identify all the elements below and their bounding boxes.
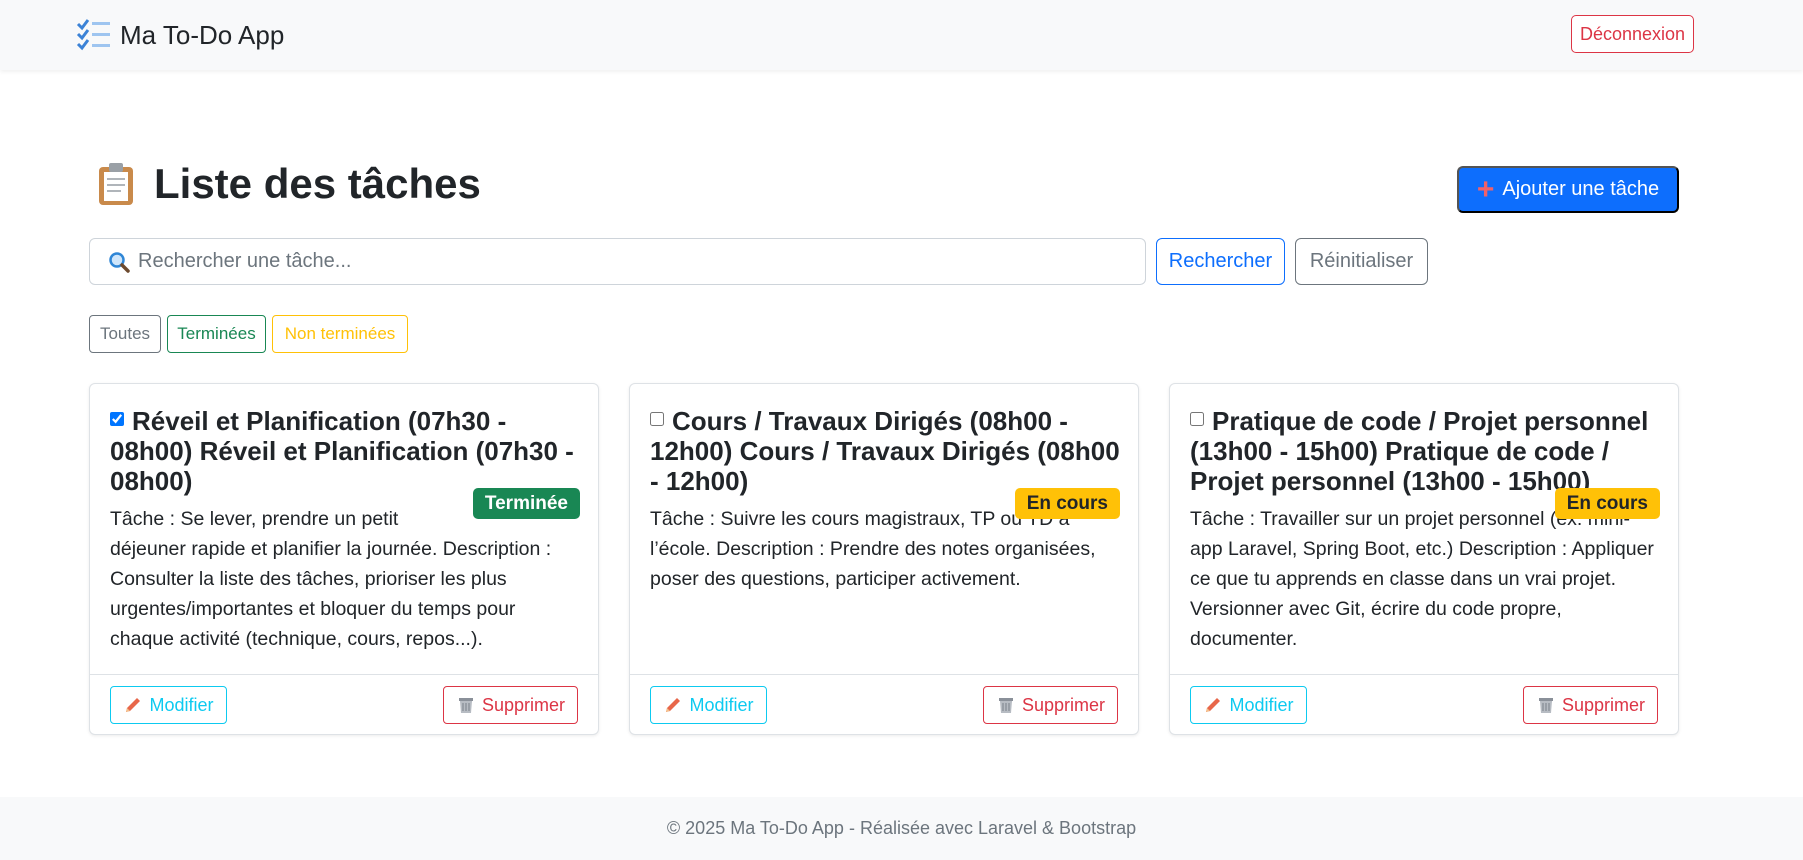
task-card: Cours / Travaux Dirigés (08h00 - 12h00) … [629, 383, 1139, 735]
search-icon [109, 251, 130, 273]
delete-label: Supprimer [1561, 694, 1645, 715]
checklist-icon [76, 19, 110, 51]
task-card-footer: Modifier Supprimer [630, 674, 1138, 734]
task-card-body: Cours / Travaux Dirigés (08h00 - 12h00) … [650, 406, 1120, 594]
task-card-body: Pratique de code / Projet personnel (13h… [1190, 406, 1660, 654]
task-checkbox[interactable] [110, 412, 124, 426]
add-task-button[interactable]: + Ajouter une tâche [1457, 166, 1679, 213]
delete-label: Supprimer [481, 694, 565, 715]
delete-button[interactable]: Supprimer [982, 686, 1118, 724]
task-description-text: Tâche : Se lever, prendre un petit déjeu… [110, 508, 552, 650]
brand-text: Ma To-Do App [120, 19, 285, 50]
task-card-footer: Modifier Supprimer [1170, 674, 1678, 734]
status-badge: En cours [1554, 488, 1660, 519]
navbar: Ma To-Do App Déconnexion [0, 0, 1803, 70]
logout-button[interactable]: Déconnexion [1571, 15, 1694, 53]
wastebasket-icon [458, 698, 473, 713]
edit-button[interactable]: Modifier [110, 686, 227, 724]
brand[interactable]: Ma To-Do App [76, 18, 284, 52]
filter-done[interactable]: Terminées [167, 315, 266, 353]
filter-not-done[interactable]: Non terminées [272, 315, 408, 353]
filter-all[interactable]: Toutes [89, 315, 161, 353]
wastebasket-icon [1538, 698, 1553, 713]
page-footer: © 2025 Ma To-Do App - Réalisée avec Lara… [0, 797, 1803, 860]
add-task-label: Ajouter une tâche [1502, 178, 1660, 200]
plus-icon: + [1476, 172, 1495, 206]
search-button[interactable]: Rechercher [1156, 238, 1285, 285]
task-title-text: Pratique de code / Projet personnel (13h… [1190, 406, 1649, 496]
edit-label: Modifier [1229, 694, 1294, 715]
task-card-footer: Modifier Supprimer [90, 674, 598, 734]
task-title: Cours / Travaux Dirigés (08h00 - 12h00) … [650, 406, 1120, 496]
task-card: Pratique de code / Projet personnel (13h… [1169, 383, 1679, 735]
search-box[interactable] [89, 238, 1146, 285]
task-title-text: Cours / Travaux Dirigés (08h00 - 12h00) … [650, 406, 1120, 496]
edit-label: Modifier [149, 694, 214, 715]
delete-button[interactable]: Supprimer [1522, 686, 1658, 724]
task-description: Tâche : Se lever, prendre un petit déjeu… [110, 504, 580, 654]
page-title-text: Liste des tâches [154, 160, 481, 207]
footer-text: © 2025 Ma To-Do App - Réalisée avec Lara… [666, 818, 1137, 838]
task-checkbox[interactable] [650, 412, 664, 426]
pencil-icon [126, 698, 141, 712]
wastebasket-icon [998, 698, 1013, 713]
edit-label: Modifier [689, 694, 754, 715]
task-card-body: Réveil et Planification (07h30 - 08h00) … [110, 406, 580, 654]
delete-label: Supprimer [1021, 694, 1105, 715]
task-title: Pratique de code / Projet personnel (13h… [1190, 406, 1660, 496]
task-title-text: Réveil et Planification (07h30 - 08h00) … [110, 406, 574, 496]
edit-button[interactable]: Modifier [650, 686, 767, 724]
task-title: Réveil et Planification (07h30 - 08h00) … [110, 406, 580, 496]
page-title: Liste des tâches [96, 160, 481, 208]
task-description: Tâche : Travailler sur un projet personn… [1190, 508, 1654, 650]
pencil-icon [666, 698, 681, 712]
status-badge: En cours [1014, 488, 1120, 519]
clipboard-icon [99, 163, 133, 205]
pencil-icon [1206, 698, 1221, 712]
search-input[interactable] [138, 250, 1118, 273]
task-checkbox[interactable] [1190, 412, 1204, 426]
status-badge: Terminée [472, 488, 580, 519]
reset-button[interactable]: Réinitialiser [1295, 238, 1428, 285]
delete-button[interactable]: Supprimer [442, 686, 578, 724]
task-card: Réveil et Planification (07h30 - 08h00) … [89, 383, 599, 735]
edit-button[interactable]: Modifier [1190, 686, 1307, 724]
